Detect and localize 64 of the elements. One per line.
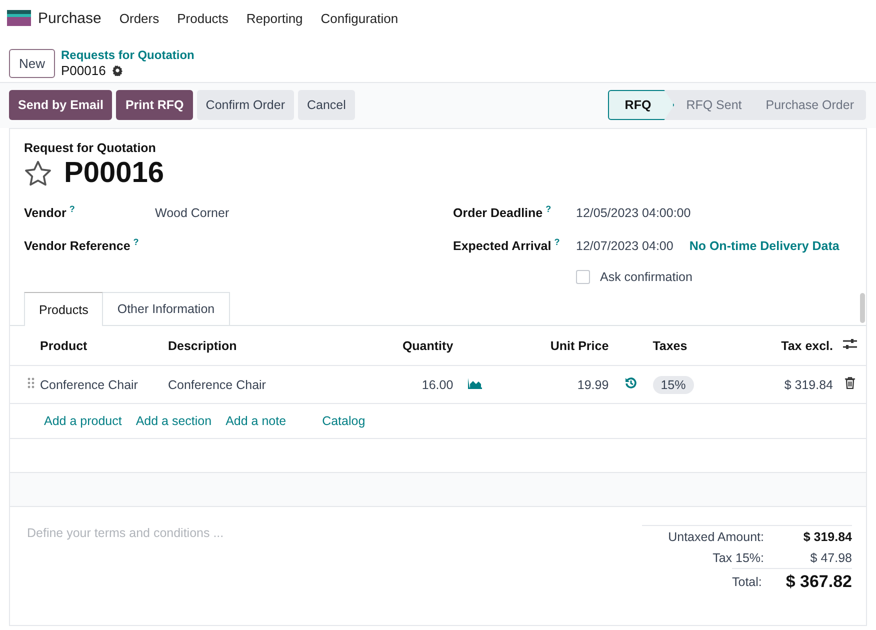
table-cell: 19.99 xyxy=(496,366,610,404)
add-line-link[interactable]: Add a note xyxy=(226,414,286,428)
total-label: Total: xyxy=(732,575,762,589)
scrollbar-thumb[interactable] xyxy=(860,293,865,323)
status-stage[interactable]: RFQ xyxy=(608,90,674,120)
status-stage[interactable]: RFQ Sent xyxy=(674,90,754,120)
table-cell: 16.00 xyxy=(355,366,454,404)
form-subtitle: Request for Quotation xyxy=(24,141,157,155)
checkbox-label[interactable]: Ask confirmation xyxy=(600,270,692,284)
field-label: Vendor Reference xyxy=(24,240,130,254)
app-logo-icon[interactable] xyxy=(7,10,31,26)
table-cell: Conference Chair xyxy=(167,366,356,404)
total-value: $ 319.84 xyxy=(802,530,852,544)
field-label: Order Deadline xyxy=(453,206,543,221)
column-header[interactable]: Description xyxy=(167,326,356,366)
action-button[interactable]: Confirm Order xyxy=(196,90,294,120)
menu-item[interactable]: Reporting xyxy=(246,10,303,26)
total-label: Untaxed Amount: xyxy=(668,530,764,544)
checkbox[interactable] xyxy=(576,270,590,284)
help-icon[interactable]: ? xyxy=(69,204,75,214)
field-label: Vendor xyxy=(24,206,66,221)
app-name[interactable]: Purchase xyxy=(38,10,102,26)
total-value: $ 47.98 xyxy=(809,550,852,564)
column-settings-icon[interactable] xyxy=(843,338,857,350)
field-value[interactable]: 12/05/2023 04:00:00 xyxy=(576,206,691,220)
star-icon[interactable] xyxy=(24,160,52,187)
table-cell: $ 319.84 xyxy=(732,366,834,404)
tab[interactable]: Other Information xyxy=(103,292,230,325)
tax-tag[interactable]: 15% xyxy=(652,376,694,394)
drag-handle-icon[interactable] xyxy=(27,377,35,389)
column-header[interactable]: Tax excl. xyxy=(732,326,834,366)
add-line-link[interactable]: Catalog xyxy=(322,414,366,428)
add-line-link[interactable]: Add a product xyxy=(44,414,122,428)
action-button[interactable]: Cancel xyxy=(298,90,355,120)
menu-item[interactable]: Configuration xyxy=(320,10,398,26)
area-chart-icon[interactable] xyxy=(468,378,482,388)
help-icon[interactable]: ? xyxy=(546,204,552,214)
menu-item[interactable]: Products xyxy=(177,10,228,26)
column-header[interactable]: Quantity xyxy=(355,326,454,366)
form-title: P00016 xyxy=(64,157,164,190)
record-name: P00016 xyxy=(61,63,106,78)
delivery-link[interactable]: No On-time Delivery Data xyxy=(689,238,840,252)
field-value[interactable]: Wood Corner xyxy=(155,206,230,220)
column-header[interactable]: Unit Price xyxy=(496,326,610,366)
table-cell: Conference Chair xyxy=(39,366,167,404)
new-button[interactable]: New xyxy=(9,48,56,78)
gear-icon[interactable] xyxy=(112,65,123,76)
breadcrumb-link[interactable]: Requests for Quotation xyxy=(61,48,194,62)
help-icon[interactable]: ? xyxy=(554,237,560,248)
menu-item[interactable]: Orders xyxy=(119,10,160,26)
total-value: $ 367.82 xyxy=(784,572,852,592)
status-stage[interactable]: Purchase Order xyxy=(754,90,866,120)
field-label: Expected Arrival xyxy=(453,240,552,254)
tab[interactable]: Products xyxy=(24,292,104,326)
total-label: Tax 15%: xyxy=(712,550,764,564)
column-header[interactable]: Taxes xyxy=(652,326,733,366)
column-header[interactable]: Product xyxy=(39,326,167,366)
field-value[interactable]: 12/07/2023 04:00 xyxy=(576,238,674,252)
help-icon[interactable]: ? xyxy=(133,237,139,248)
history-icon[interactable] xyxy=(624,377,637,389)
add-line-link[interactable]: Add a section xyxy=(136,414,212,428)
trash-icon[interactable] xyxy=(845,377,855,389)
action-button[interactable]: Send by Email xyxy=(9,90,112,120)
action-button[interactable]: Print RFQ xyxy=(116,90,193,120)
